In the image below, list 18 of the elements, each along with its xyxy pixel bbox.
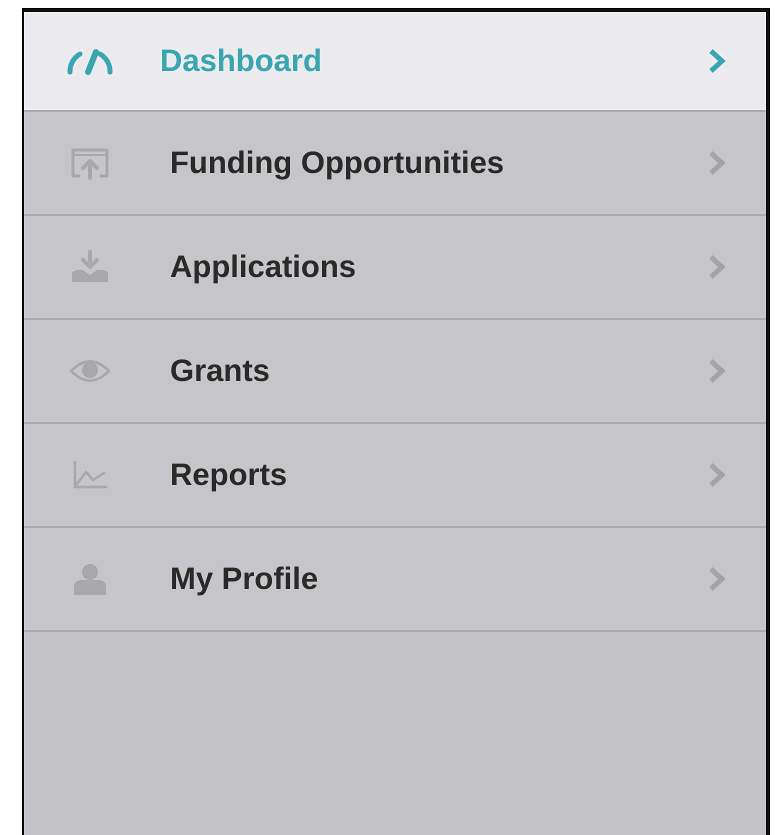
download-icon	[69, 250, 111, 284]
chevron-right-icon	[708, 358, 726, 384]
chevron-right-icon	[708, 150, 726, 176]
chevron-right-icon	[708, 48, 726, 74]
menu-label: Funding Opportunities	[170, 144, 506, 182]
line-chart-icon	[72, 460, 108, 490]
menu-label: Grants	[170, 352, 271, 390]
user-icon	[72, 563, 108, 595]
chevron-right-icon	[708, 566, 726, 592]
menu-label: My Profile	[170, 560, 320, 598]
upload-icon	[69, 146, 111, 180]
gauge-icon	[66, 46, 114, 76]
eye-icon	[69, 358, 111, 384]
chevron-right-icon	[708, 462, 726, 488]
menu-label: Dashboard	[160, 42, 323, 80]
chevron-right-icon	[708, 254, 726, 280]
menu-label: Reports	[170, 456, 288, 494]
menu-label: Applications	[170, 248, 358, 286]
